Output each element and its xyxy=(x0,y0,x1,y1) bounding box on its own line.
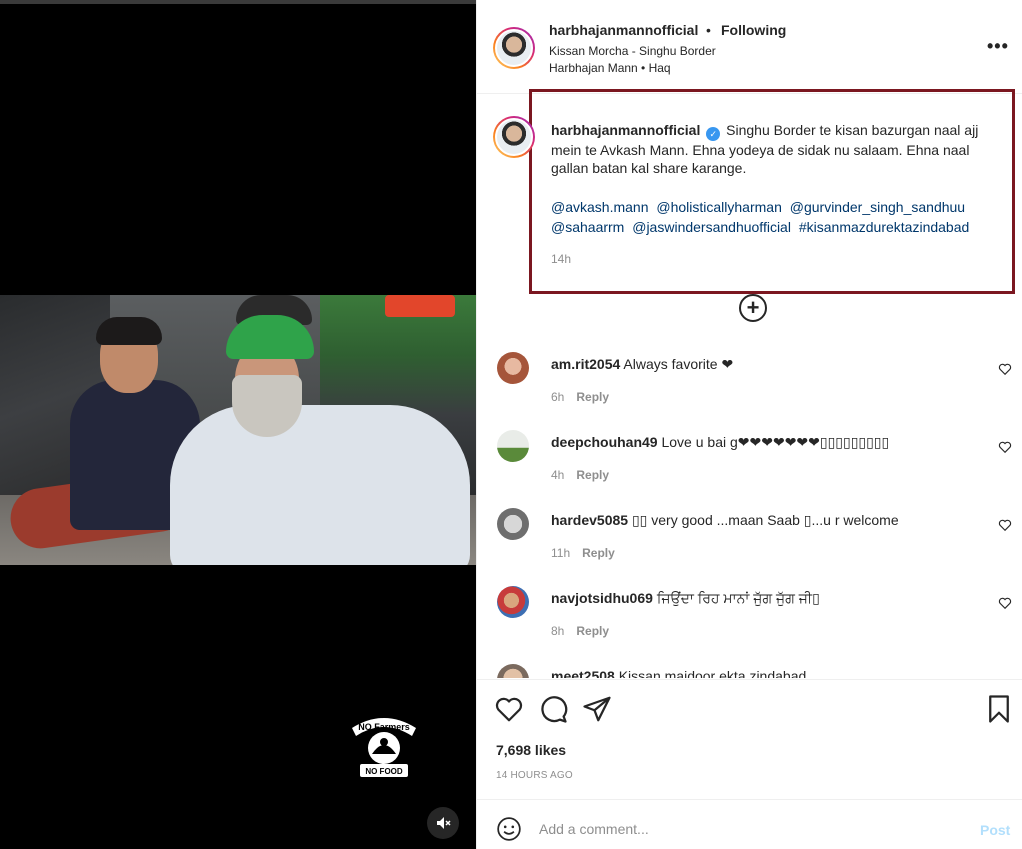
caption-text: harbhajanmannofficial ✓ Singhu Border te… xyxy=(551,121,1005,177)
bookmark-icon[interactable] xyxy=(984,694,1014,724)
comment-body: ਜਿਉਂਦਾ ਰਿਹ ਮਾਨਾਂ ਜੁੱਗ ਜੁੱਗ ਜੀ▯ xyxy=(656,590,820,606)
post-header: harbhajanmannofficial • Following Kissan… xyxy=(477,0,1022,94)
tag-link[interactable]: @avkash.mann xyxy=(551,199,648,215)
reply-button[interactable]: Reply xyxy=(576,390,609,404)
post-audio[interactable]: Harbhajan Mann • Haq xyxy=(549,61,671,75)
post-timestamp[interactable]: 14 HOURS AGO xyxy=(496,770,573,781)
comment-like-heart-icon[interactable] xyxy=(998,596,1012,610)
add-comment-bar: Post xyxy=(477,799,1022,849)
comment-body: Always favorite ❤ xyxy=(623,356,734,372)
commenter-username[interactable]: deepchouhan49 xyxy=(551,434,658,450)
more-options-icon[interactable]: ••• xyxy=(987,36,1009,57)
post-media[interactable]: NO Farmers NO FOOD xyxy=(0,0,476,849)
hashtag-link[interactable]: #kisanmazdurektazindabad xyxy=(799,219,969,235)
person-right xyxy=(170,405,470,565)
following-button[interactable]: Following xyxy=(721,22,786,38)
caption-username[interactable]: harbhajanmannofficial xyxy=(551,122,700,138)
commenter-username[interactable]: meet2508 xyxy=(551,668,615,678)
commenter-avatar[interactable] xyxy=(497,508,529,540)
comment-meta: 6h Reply xyxy=(551,390,609,404)
commenter-username[interactable]: hardev5085 xyxy=(551,512,628,528)
comments-list: am.rit2054 Always favorite ❤ 6h Reply dee… xyxy=(477,340,1022,678)
comment-item: hardev5085 ▯▯ very good ...maan Saab ▯..… xyxy=(477,496,1022,574)
caption-author-avatar[interactable] xyxy=(493,116,535,158)
tag-link[interactable]: @jaswindersandhuofficial xyxy=(632,219,791,235)
comment-time[interactable]: 6h xyxy=(551,390,564,404)
comment-time[interactable]: 8h xyxy=(551,624,564,638)
commenter-avatar[interactable] xyxy=(497,586,529,618)
comment-text: am.rit2054 Always favorite ❤ xyxy=(551,356,991,373)
caption-tags: @avkash.mann @holisticallyharman @gurvin… xyxy=(551,197,1011,237)
comment-text: navjotsidhu069 ਜਿਉਂਦਾ ਰਿਹ ਮਾਨਾਂ ਜੁੱਗ ਜੁੱ… xyxy=(551,590,991,607)
comment-text: deepchouhan49 Love u bai g❤❤❤❤❤❤❤▯▯▯▯▯▯▯… xyxy=(551,434,991,451)
comment-body: ▯▯ very good ...maan Saab ▯...u r welcom… xyxy=(631,512,899,528)
comment-input[interactable] xyxy=(539,814,959,844)
comment-bubble-icon[interactable] xyxy=(538,694,568,724)
verified-badge-icon: ✓ xyxy=(706,127,721,141)
tag-link[interactable]: @gurvinder_singh_sandhuu xyxy=(790,199,965,215)
caption-highlight-box xyxy=(529,89,1015,294)
post-comment-button[interactable]: Post xyxy=(980,822,1010,838)
plus-circle-icon: + xyxy=(746,295,760,320)
comment-meta: 8h Reply xyxy=(551,624,609,638)
video-frame[interactable] xyxy=(0,295,476,565)
post-location[interactable]: Kissan Morcha - Singhu Border xyxy=(549,44,716,58)
heart-icon[interactable] xyxy=(494,694,524,724)
reply-button[interactable]: Reply xyxy=(582,546,615,560)
comment-body: Kissan majdoor ekta zindabad xyxy=(618,668,807,678)
commenter-username[interactable]: navjotsidhu069 xyxy=(551,590,653,606)
commenter-avatar[interactable] xyxy=(497,430,529,462)
comment-meta: 4h Reply xyxy=(551,468,609,482)
likes-count[interactable]: 7,698 likes xyxy=(496,742,566,758)
person-left-hair xyxy=(96,317,162,345)
author-username[interactable]: harbhajanmannofficial xyxy=(549,22,698,38)
comment-body: Love u bai g❤❤❤❤❤❤❤▯▯▯▯▯▯▯▯▯ xyxy=(661,434,890,450)
comment-item: deepchouhan49 Love u bai g❤❤❤❤❤❤❤▯▯▯▯▯▯▯… xyxy=(477,418,1022,496)
post-details-panel: harbhajanmannofficial • Following Kissan… xyxy=(476,0,1022,849)
follow-separator: • xyxy=(706,22,711,38)
post-actions: 7,698 likes 14 HOURS AGO xyxy=(477,679,1022,799)
reply-button[interactable]: Reply xyxy=(576,468,609,482)
commenter-username[interactable]: am.rit2054 xyxy=(551,356,620,372)
tag-link[interactable]: @holisticallyharman xyxy=(656,199,781,215)
svg-text:NO FOOD: NO FOOD xyxy=(365,767,403,776)
caption-timestamp[interactable]: 14h xyxy=(551,252,571,266)
commenter-avatar[interactable] xyxy=(497,664,529,678)
comment-time[interactable]: 11h xyxy=(551,546,570,560)
comment-text: meet2508 Kissan majdoor ekta zindabad xyxy=(551,668,991,678)
comment-meta: 11h Reply xyxy=(551,546,615,560)
load-more-comments-button[interactable]: + xyxy=(739,294,767,322)
comment-like-heart-icon[interactable] xyxy=(998,362,1012,376)
reply-button[interactable]: Reply xyxy=(576,624,609,638)
svg-text:NO Farmers: NO Farmers xyxy=(358,722,410,732)
comment-item: navjotsidhu069 ਜਿਉਂਦਾ ਰਿਹ ਮਾਨਾਂ ਜੁੱਗ ਜੁੱ… xyxy=(477,574,1022,652)
tag-link[interactable]: @sahaarrm xyxy=(551,219,624,235)
speaker-muted-icon xyxy=(437,817,451,829)
comment-text: hardev5085 ▯▯ very good ...maan Saab ▯..… xyxy=(551,512,991,529)
no-farmers-no-food-logo: NO Farmers NO FOOD xyxy=(352,718,416,777)
comment-like-heart-icon[interactable] xyxy=(998,440,1012,454)
media-top-strip xyxy=(0,0,476,4)
comment-like-heart-icon[interactable] xyxy=(998,518,1012,532)
smiley-icon[interactable] xyxy=(496,816,522,842)
author-avatar[interactable] xyxy=(493,27,535,69)
comment-item: am.rit2054 Always favorite ❤ 6h Reply xyxy=(477,340,1022,418)
commenter-avatar[interactable] xyxy=(497,352,529,384)
comment-time[interactable]: 4h xyxy=(551,468,564,482)
comment-item: meet2508 Kissan majdoor ekta zindabad xyxy=(477,652,1022,678)
tractor-red-part xyxy=(385,295,455,317)
mute-toggle-button[interactable] xyxy=(427,807,459,839)
paper-plane-icon[interactable] xyxy=(582,694,612,724)
